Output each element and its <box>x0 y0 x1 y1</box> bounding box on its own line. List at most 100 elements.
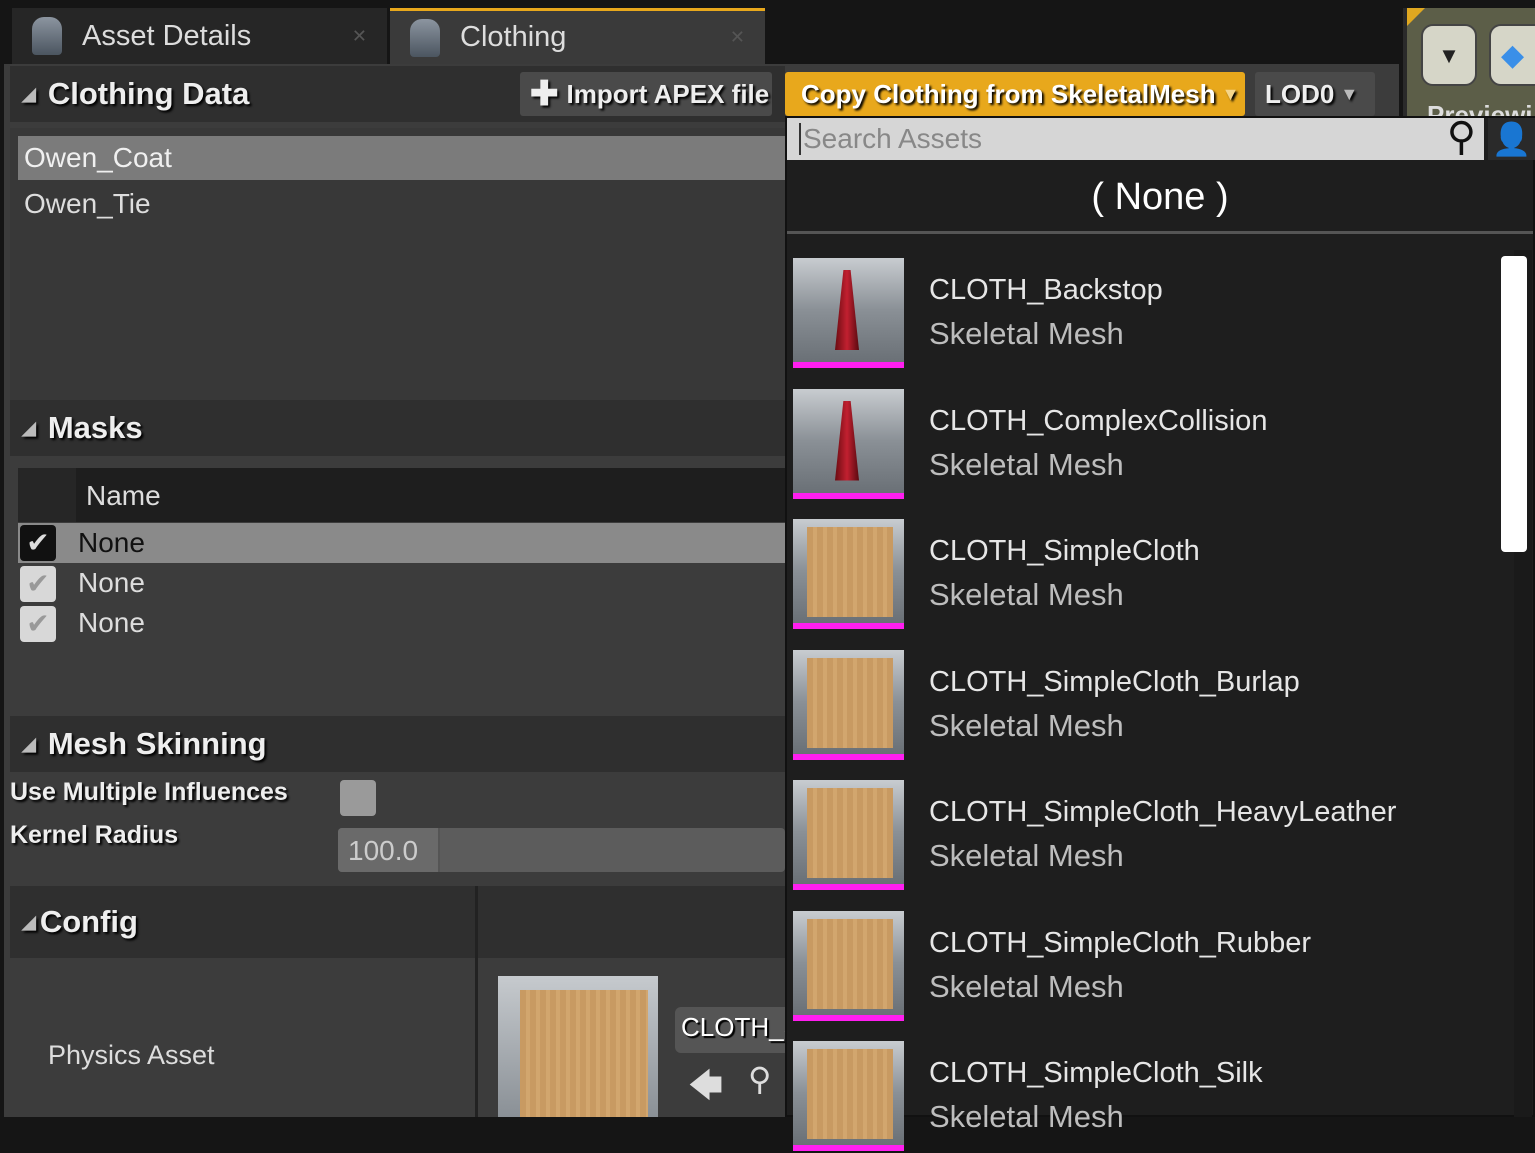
asset-thumbnail <box>793 649 904 760</box>
search-assets-input[interactable]: Search Assets ⚲ <box>787 115 1484 160</box>
cone-preview <box>835 270 859 350</box>
cloth-preview <box>807 527 893 617</box>
close-tab-icon[interactable]: ✕ <box>730 27 745 48</box>
copy-clothing-dropdown[interactable]: Copy Clothing from SkeletalMesh ▼ <box>785 72 1245 116</box>
search-placeholder: Search Assets <box>799 123 982 155</box>
section-title: Masks <box>47 410 143 445</box>
use-selected-arrow-icon[interactable]: 🡄 <box>688 1062 723 1119</box>
asset-thumbnail <box>793 258 904 368</box>
cloth-preview <box>807 918 893 1009</box>
asset-name: CLOTH_SimpleCloth <box>929 535 1200 567</box>
collapse-icon: ◢ <box>22 733 36 754</box>
mask-name: None <box>78 527 145 558</box>
list-item[interactable]: Owen_Coat <box>18 136 788 180</box>
asset-name: CLOTH_SimpleCloth_Silk <box>929 1057 1263 1089</box>
collapse-icon: ◢ <box>22 911 36 932</box>
asset-item[interactable]: CLOTH_SimpleCloth_HeavyLeather Skeletal M… <box>793 780 1503 892</box>
asset-type: Skeletal Mesh <box>929 577 1124 612</box>
asset-type: Skeletal Mesh <box>929 446 1124 482</box>
use-multiple-influences-checkbox[interactable] <box>340 780 376 816</box>
asset-item[interactable]: CLOTH_ComplexCollision Skeletal Mesh <box>793 388 1503 501</box>
view-mode-button[interactable]: ◆ <box>1489 24 1535 86</box>
asset-item[interactable]: CLOTH_SimpleCloth_Burlap Skeletal Mesh <box>793 649 1503 762</box>
asset-type: Skeletal Mesh <box>929 316 1124 351</box>
asset-name: CLOTH_SimpleCloth_Rubber <box>929 926 1311 959</box>
asset-item[interactable]: CLOTH_SimpleCloth_Silk Skeletal Mesh <box>793 1041 1503 1153</box>
asset-name: CLOTH_SimpleCloth_HeavyLeather <box>929 796 1397 828</box>
preview-viewport[interactable]: ▼ ◆ Previewi <box>1403 8 1535 130</box>
section-title: Mesh Skinning <box>47 726 267 761</box>
chevron-down-icon: ▼ <box>1221 83 1240 104</box>
collapse-icon: ◢ <box>22 417 36 438</box>
cloth-preview <box>520 990 648 1117</box>
browse-search-icon[interactable]: ⚲ <box>748 1060 771 1098</box>
mesh-skinning-header[interactable]: ◢ Mesh Skinning <box>10 716 785 772</box>
physics-asset-combo[interactable]: CLOTH_S <box>675 1007 785 1053</box>
import-apex-button[interactable]: ✚ Import APEX file <box>520 72 772 116</box>
mask-name: None <box>78 607 145 638</box>
viewport-options-button[interactable]: ▼ <box>1421 24 1477 86</box>
asset-item[interactable]: CLOTH_SimpleCloth Skeletal Mesh <box>793 519 1503 631</box>
chevron-down-icon: ▼ <box>1340 83 1359 104</box>
asset-type: Skeletal Mesh <box>929 707 1124 743</box>
cloth-preview <box>807 788 893 878</box>
list-item[interactable]: Owen_Tie <box>18 182 157 226</box>
asset-item[interactable]: CLOTH_Backstop Skeletal Mesh <box>793 258 1503 370</box>
tab-label: Asset Details <box>82 19 252 52</box>
scrollbar-track[interactable] <box>1501 250 1532 1117</box>
asset-item[interactable]: CLOTH_SimpleCloth_Rubber Skeletal Mesh <box>793 910 1503 1023</box>
character-icon <box>32 17 62 55</box>
none-label: ( None ) <box>1091 176 1229 218</box>
config-divider <box>475 886 478 1117</box>
masks-table-header: Name <box>18 468 785 522</box>
close-tab-icon[interactable]: ✕ <box>352 26 367 47</box>
masks-header[interactable]: ◢ Masks <box>10 400 785 456</box>
mask-checkbox[interactable]: ✔ <box>20 606 56 642</box>
physics-asset-label: Physics Asset <box>48 1040 215 1070</box>
search-icon: ⚲ <box>1446 115 1476 159</box>
asset-type: Skeletal Mesh <box>929 1099 1124 1134</box>
mask-checkbox[interactable]: ✔ <box>20 525 56 561</box>
button-label: LOD0 <box>1265 78 1335 109</box>
collapse-icon: ◢ <box>22 83 36 104</box>
mask-checkbox[interactable]: ✔ <box>20 566 56 602</box>
user-filter-icon[interactable]: 👤 <box>1488 118 1535 160</box>
asset-name: CLOTH_ComplexCollision <box>929 404 1268 437</box>
tab-clothing[interactable]: Clothing ✕ <box>390 8 765 64</box>
asset-type: Skeletal Mesh <box>929 838 1124 873</box>
clothing-icon <box>410 18 440 57</box>
corner-marker <box>1407 8 1425 26</box>
scrollbar-thumb[interactable] <box>1501 256 1527 552</box>
section-title: Clothing Data <box>47 76 250 111</box>
button-label: Import APEX file <box>566 78 770 109</box>
physics-asset-thumbnail[interactable] <box>498 976 658 1117</box>
config-header-right <box>478 886 785 958</box>
kernel-radius-input[interactable]: 100.0 <box>338 828 785 872</box>
cone-preview <box>835 400 859 481</box>
asset-thumbnail <box>793 780 904 890</box>
asset-name: CLOTH_SimpleCloth_Burlap <box>929 665 1300 698</box>
tab-asset-details[interactable]: Asset Details ✕ <box>12 8 387 64</box>
cloth-preview <box>807 657 893 748</box>
asset-thumbnail <box>793 519 904 629</box>
lod-dropdown[interactable]: LOD0 ▼ <box>1255 72 1375 116</box>
cloth-preview <box>807 1049 893 1139</box>
asset-thumbnail <box>793 910 904 1021</box>
asset-thumbnail <box>793 388 904 499</box>
button-label: Copy Clothing from SkeletalMesh <box>801 78 1216 109</box>
section-title: Config <box>39 904 138 939</box>
kernel-radius-label: Kernel Radius <box>10 821 179 849</box>
combo-value: CLOTH_S <box>681 1012 785 1042</box>
use-multiple-influences-label: Use Multiple Influences <box>10 778 288 806</box>
column-name[interactable]: Name <box>86 480 161 512</box>
config-header[interactable]: ◢ Config <box>10 886 476 958</box>
input-value: 100.0 <box>348 835 419 866</box>
clothing-list: Owen_Coat Owen_Tie <box>10 128 788 400</box>
asset-type: Skeletal Mesh <box>929 968 1124 1004</box>
none-option[interactable]: ( None ) <box>787 160 1533 234</box>
mask-name: None <box>78 567 145 598</box>
asset-thumbnail <box>793 1041 904 1151</box>
tab-label: Clothing <box>460 21 567 53</box>
plus-icon: ✚ <box>530 75 559 113</box>
item-label: Owen_Coat <box>24 142 172 173</box>
